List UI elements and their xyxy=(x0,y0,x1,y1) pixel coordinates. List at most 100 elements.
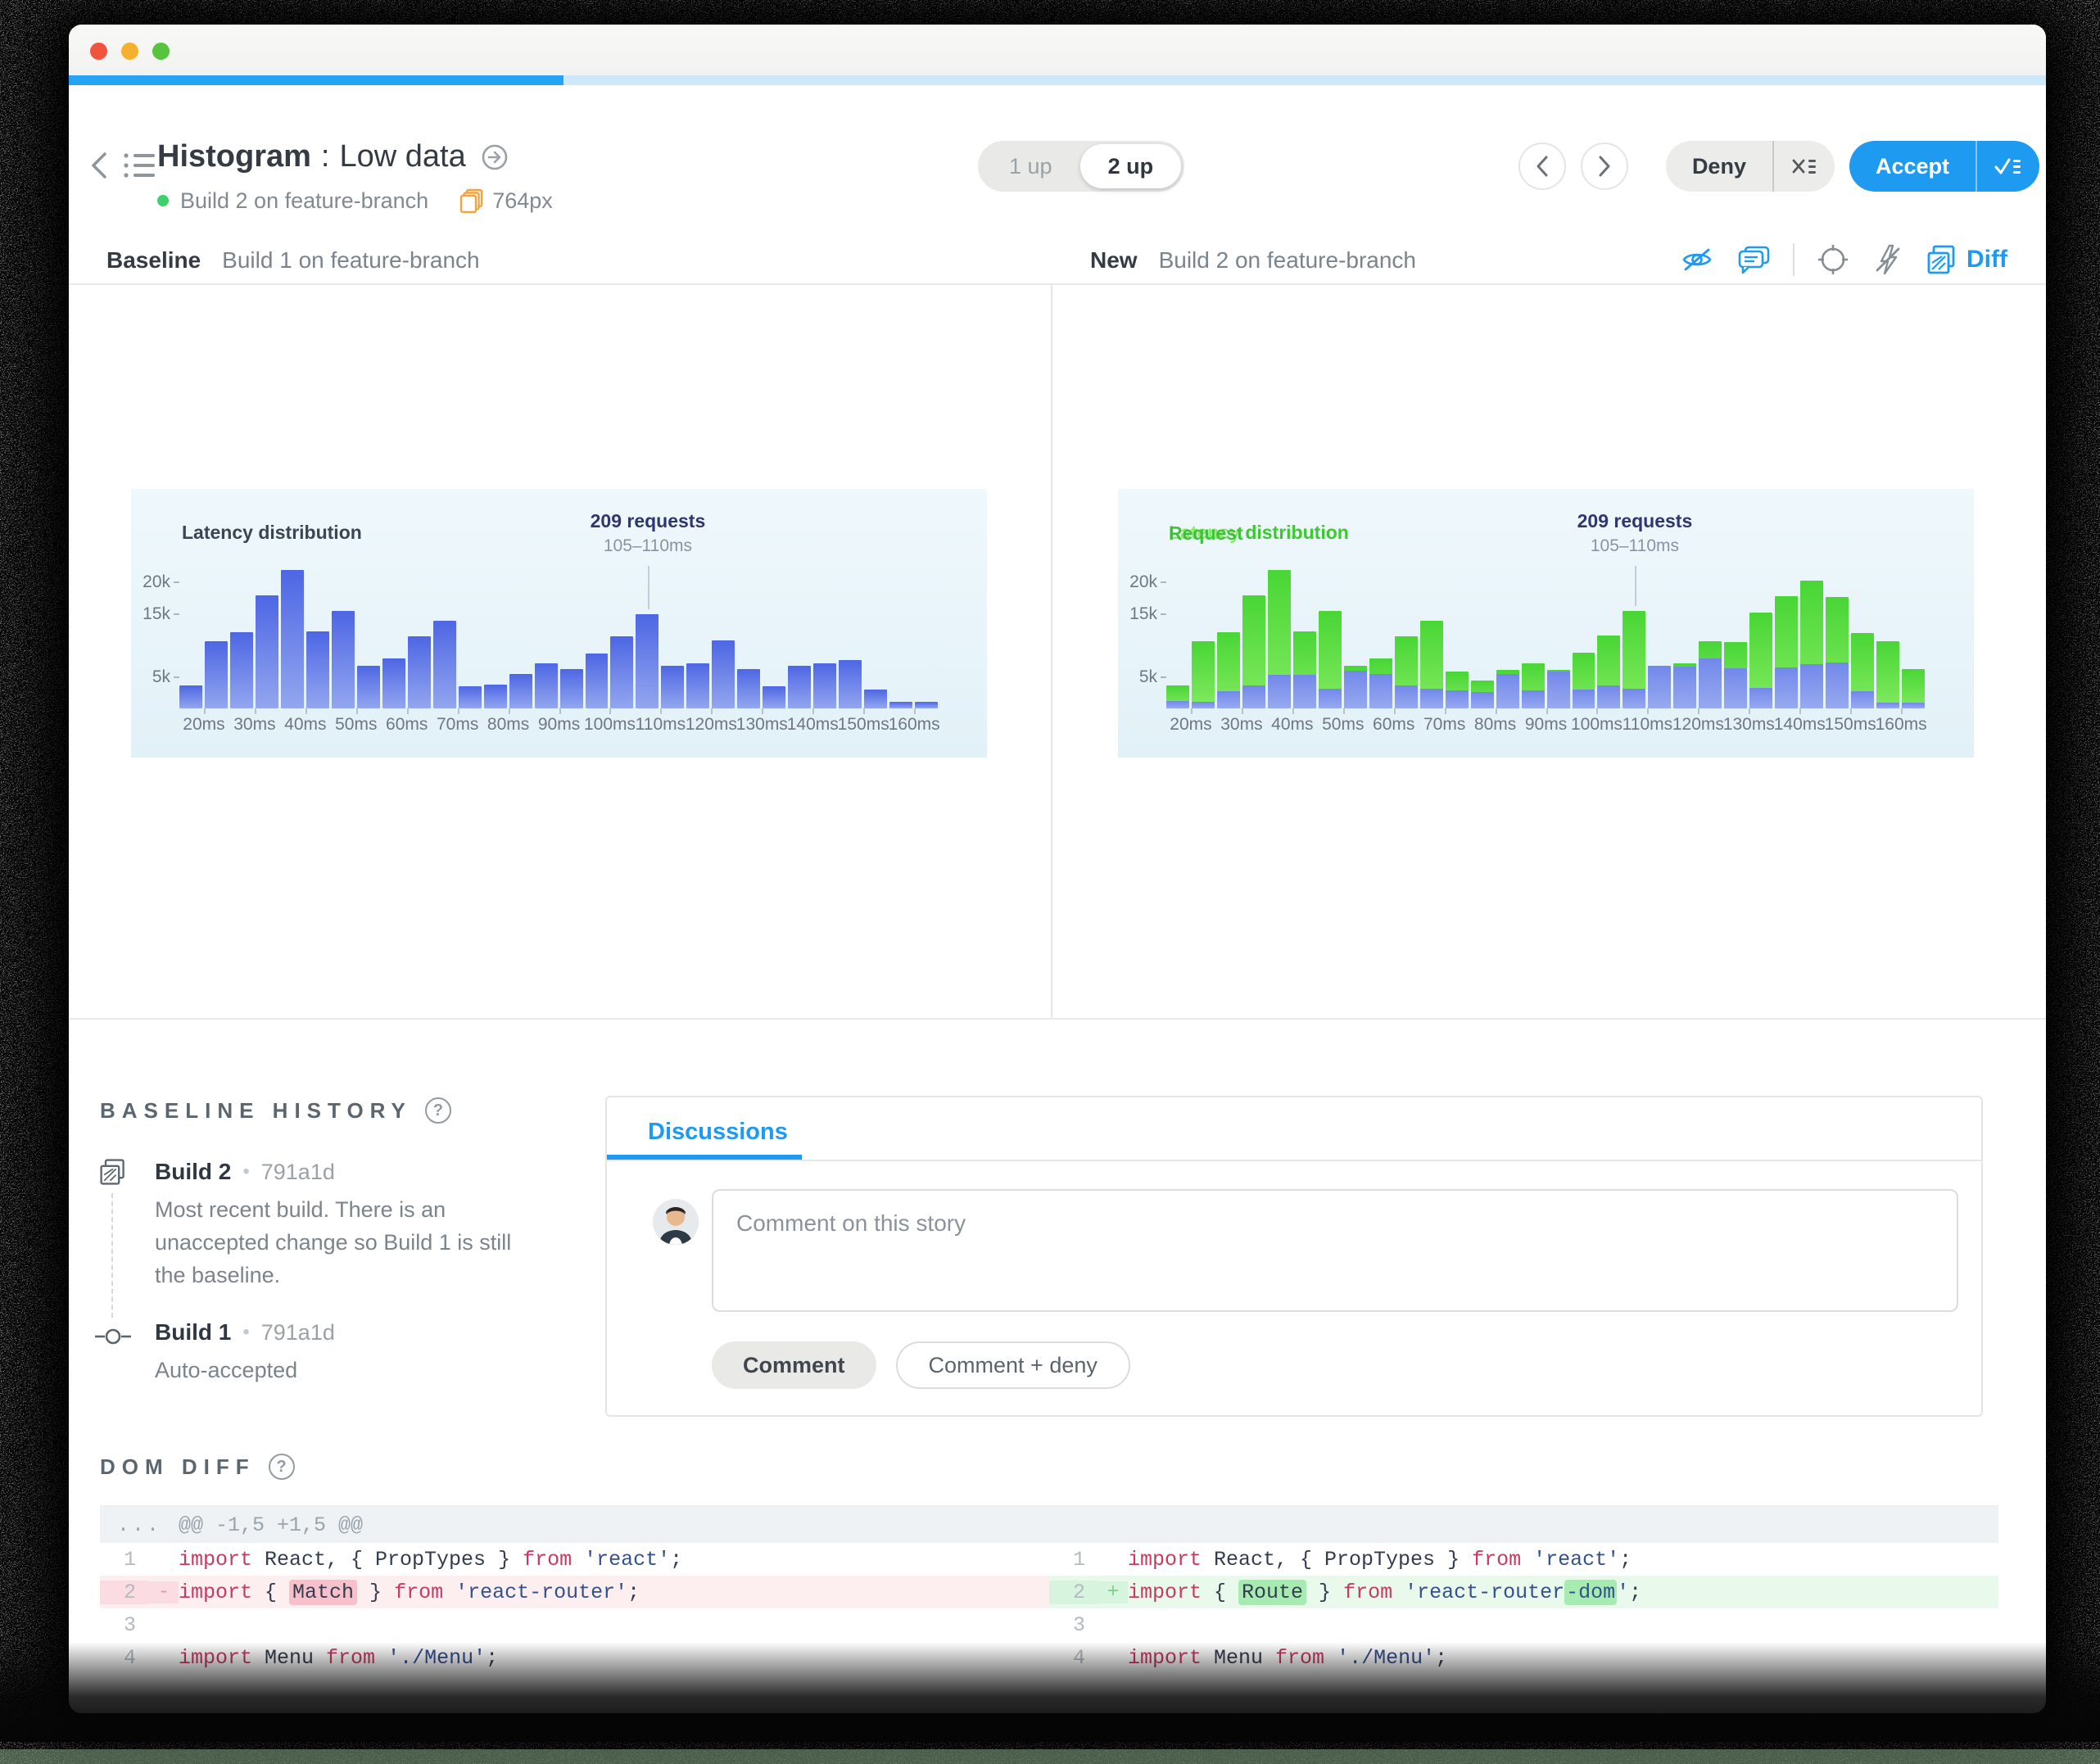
histogram-bar xyxy=(864,689,888,708)
baseline-history-item: Build 2 • 791a1d Most recent build. Ther… xyxy=(155,1159,548,1291)
baseline-overlap-bar xyxy=(1343,670,1367,708)
code-line: 2 + import { Route } from 'react-router-do… xyxy=(1049,1576,1998,1608)
comparison-body: 5k 15k 20k 20ms 30ms 40ms 50ms 60ms 70ms 80ms 90ms… xyxy=(69,285,2046,1020)
histogram-bar xyxy=(255,595,278,708)
build-name[interactable]: Build 1 xyxy=(155,1319,231,1346)
baseline-snapshot-image[interactable]: 5k 15k 20k 20ms 30ms 40ms 50ms 60ms 70ms 80ms 90ms… xyxy=(131,489,987,758)
diff-bar xyxy=(1191,641,1215,708)
item-separator: • xyxy=(242,1321,250,1343)
previous-snapshot-button[interactable] xyxy=(1518,142,1566,190)
histogram-bar xyxy=(280,569,304,708)
accept-button[interactable]: Accept xyxy=(1849,141,1976,192)
discussions-panel: Discussions Comment Comment + deny xyxy=(605,1096,1983,1417)
y-axis-tick-label: 5k xyxy=(152,667,170,686)
x-axis-tick-label: 50ms xyxy=(335,715,378,734)
baseline-overlap-bar xyxy=(1800,664,1824,708)
baseline-overlap-bar xyxy=(1318,689,1342,708)
hide-diff-eye-off-icon[interactable] xyxy=(1680,243,1714,276)
histogram-bar xyxy=(737,669,761,708)
diff-label: Diff xyxy=(1966,246,2007,273)
histogram-bar xyxy=(229,631,253,708)
histogram-bar xyxy=(788,666,812,708)
close-window-button[interactable] xyxy=(90,43,107,60)
code-text: import Menu from './Menu'; xyxy=(179,1645,499,1670)
baseline-overlap-bar xyxy=(1597,685,1621,708)
baseline-overlap-bar xyxy=(1826,662,1849,708)
deny-options-icon[interactable] xyxy=(1772,141,1835,192)
histogram-bar xyxy=(712,640,735,708)
help-icon[interactable]: ? xyxy=(424,1097,451,1124)
comment-deny-button[interactable]: Comment + deny xyxy=(895,1341,1130,1389)
layout-toggle: 1 up 2 up xyxy=(978,141,1185,192)
baseline-overlap-bar xyxy=(1242,685,1265,708)
x-axis-tick-label: 130ms xyxy=(1722,715,1775,734)
back-icon[interactable] xyxy=(87,149,111,182)
x-axis-tick-mark xyxy=(762,708,764,714)
diff-build-icon xyxy=(98,1157,128,1187)
help-icon[interactable]: ? xyxy=(268,1454,295,1480)
x-axis-tick-label: 40ms xyxy=(284,715,327,734)
accept-options-icon[interactable] xyxy=(1976,141,2039,192)
x-axis-tick-label: 30ms xyxy=(1220,715,1263,734)
code-line: 1 import React, { PropTypes } from 'react… xyxy=(100,1543,1049,1576)
histogram-bar xyxy=(534,663,558,708)
minimize-window-button[interactable] xyxy=(121,43,138,60)
annotation-range: 105–110ms xyxy=(603,536,693,555)
x-axis-tick-mark xyxy=(406,708,409,714)
toggle-option-1up[interactable]: 1 up xyxy=(981,144,1080,188)
histogram-bar xyxy=(432,620,456,708)
tab-discussions[interactable]: Discussions xyxy=(648,1119,788,1146)
histogram-bar xyxy=(331,610,355,708)
snapshot-component-name: Histogram xyxy=(157,139,311,174)
deny-button[interactable]: Deny xyxy=(1666,141,1772,192)
code-line: 4 import Menu from './Menu'; xyxy=(1049,1641,1998,1674)
hunk-header: @@ -1,5 +1,5 @@ xyxy=(179,1513,364,1537)
comments-icon[interactable] xyxy=(1736,243,1772,276)
build-description: Most recent build. There is an unaccepte… xyxy=(155,1197,512,1287)
x-axis-tick-label: 20ms xyxy=(183,715,225,734)
x-axis-tick-mark xyxy=(1799,708,1802,714)
new-snapshot-image-with-diff[interactable]: 5k 15k 20k 20ms 30ms 40ms 50ms 60ms 70ms 80ms 90ms… xyxy=(1118,489,1974,758)
line-number: 4 xyxy=(123,1645,136,1670)
code-text: import React, { PropTypes } from 'react'… xyxy=(1128,1547,1632,1572)
baseline-overlap-bar xyxy=(1902,703,1926,708)
y-axis-tick-mark xyxy=(1161,676,1166,678)
line-number: 3 xyxy=(123,1612,136,1637)
zoom-window-button[interactable] xyxy=(152,43,170,60)
comment-button[interactable]: Comment xyxy=(712,1341,876,1389)
diff-bar xyxy=(1876,640,1900,708)
crosshair-icon[interactable] xyxy=(1816,242,1850,277)
histogram-bar xyxy=(889,701,913,708)
baseline-overlap-bar xyxy=(1648,665,1672,708)
next-snapshot-button[interactable] xyxy=(1580,142,1628,190)
baseline-overlap-bar xyxy=(1496,674,1519,708)
new-header: New Build 2 on feature-branch xyxy=(1090,247,1416,274)
x-axis-tick-label: 80ms xyxy=(487,715,530,734)
build-name[interactable]: Build 2 xyxy=(155,1159,231,1185)
diff-toggle-button[interactable]: Diff xyxy=(1926,243,2007,276)
commit-node-icon xyxy=(93,1324,133,1349)
diff-marker: + xyxy=(1098,1581,1128,1603)
comment-input[interactable] xyxy=(712,1189,1958,1312)
dom-diff-title: DOM DIFF xyxy=(100,1454,256,1479)
snapshot-list-icon[interactable] xyxy=(121,149,157,182)
new-chart-title: Latency Request distribution xyxy=(1169,522,1349,544)
x-axis-tick-mark xyxy=(203,708,206,714)
tab-bar-divider xyxy=(607,1160,1981,1161)
baseline-history-title: BASELINE HISTORY xyxy=(100,1097,412,1123)
code-text: import Menu from './Menu'; xyxy=(1128,1645,1448,1670)
lightning-off-icon[interactable] xyxy=(1871,242,1904,277)
permalink-icon[interactable] xyxy=(481,143,509,171)
item-separator: • xyxy=(242,1160,250,1183)
histogram-bar xyxy=(356,666,380,708)
toggle-option-2up[interactable]: 2 up xyxy=(1079,144,1182,188)
x-axis-tick-mark xyxy=(1647,708,1650,714)
baseline-chart-title: Latency distribution xyxy=(182,522,362,543)
page-title: Histogram : Low data xyxy=(157,139,553,174)
x-axis-tick-mark xyxy=(660,708,663,714)
code-text: import React, { PropTypes } from 'react'… xyxy=(179,1547,683,1572)
y-axis-tick-mark xyxy=(1161,613,1166,615)
build-status-dot xyxy=(157,195,169,206)
x-axis-tick-label: 40ms xyxy=(1271,715,1314,734)
x-axis-tick-mark xyxy=(559,708,561,714)
